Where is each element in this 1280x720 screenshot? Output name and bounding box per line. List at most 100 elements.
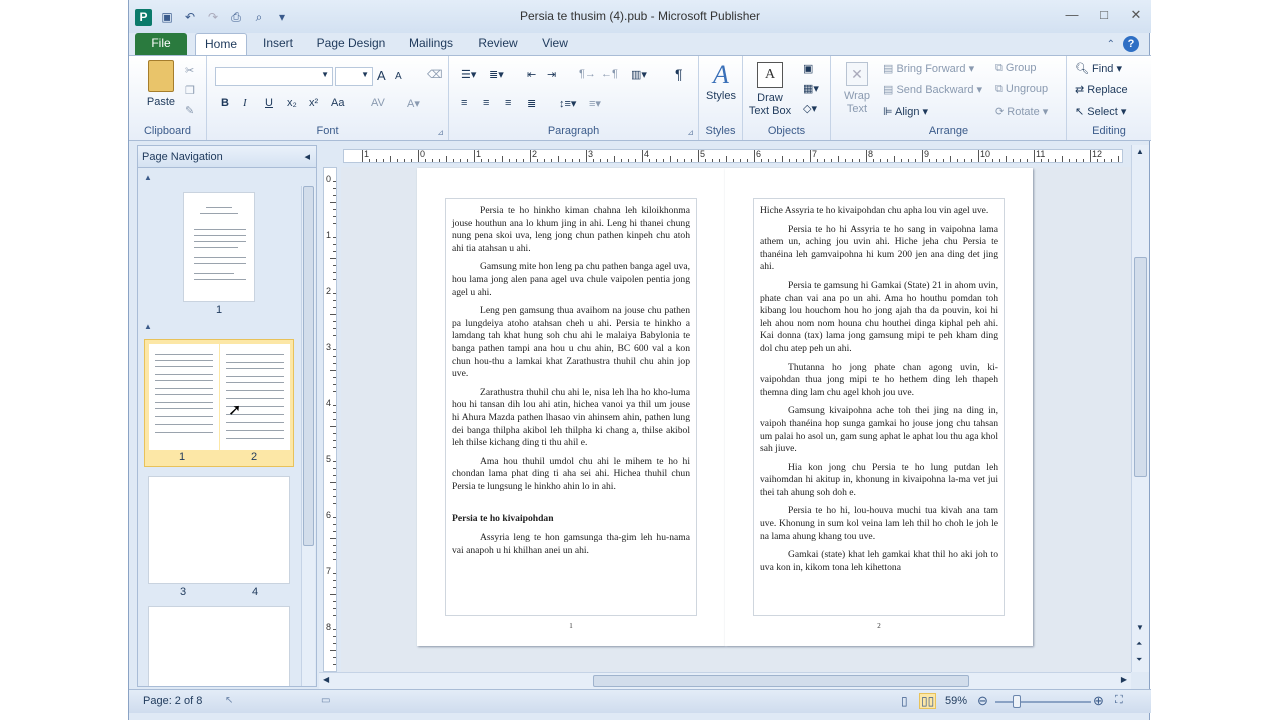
page-thumbnail-2-selected[interactable]: 1 2	[144, 339, 294, 467]
horizontal-ruler[interactable]: 1 0 1 2 3 4 5 6 7 8 9 10 11 12	[319, 145, 1131, 167]
page-indicator[interactable]: Page: 2 of 8	[143, 695, 202, 707]
send-backward-button[interactable]: ▤ Send Backward ▾	[883, 83, 982, 96]
section-collapse-icon[interactable]: ▲	[144, 322, 152, 331]
page-1[interactable]: Persia te ho hinkho kiman chahna leh kil…	[417, 168, 725, 646]
find-button[interactable]: 🔍︎ Find ▾	[1075, 62, 1122, 75]
page-navigation-scroll-thumb[interactable]	[303, 186, 314, 546]
styles-button[interactable]: A Styles	[701, 60, 741, 103]
zoom-slider[interactable]	[995, 701, 1091, 703]
horizontal-scroll-thumb[interactable]	[593, 675, 969, 687]
align-left-icon[interactable]: ≡	[461, 97, 467, 109]
font-color-icon[interactable]: A▾	[407, 97, 420, 110]
picture-icon[interactable]: ▣	[803, 62, 813, 75]
shading-icon[interactable]: ≡▾	[589, 97, 601, 110]
zoom-slider-handle[interactable]	[1013, 695, 1021, 708]
bring-forward-button[interactable]: ▤ Bring Forward ▾	[883, 62, 974, 75]
decrease-indent-icon[interactable]: ⇤	[527, 68, 536, 81]
collapse-pane-icon[interactable]: ◂	[304, 146, 310, 168]
bullets-icon[interactable]: ☰▾	[461, 68, 476, 81]
tab-page-design[interactable]: Page Design	[311, 33, 391, 55]
ltr-icon[interactable]: ¶→	[579, 68, 596, 80]
shrink-font-button[interactable]: A	[395, 71, 402, 82]
tab-file[interactable]: File	[135, 33, 187, 55]
tab-mailings[interactable]: Mailings	[401, 33, 461, 55]
maximize-button[interactable]: □	[1097, 6, 1111, 24]
subscript-button[interactable]: x₂	[287, 97, 297, 109]
italic-button[interactable]: I	[243, 97, 247, 109]
tab-home[interactable]: Home	[195, 33, 247, 55]
page-navigation-header: Page Navigation ◂	[138, 146, 316, 168]
superscript-button[interactable]: x²	[309, 97, 318, 109]
select-button[interactable]: ↖ Select ▾	[1075, 105, 1126, 118]
scroll-down-icon[interactable]: ▼	[1136, 623, 1144, 632]
section-collapse-icon[interactable]: ▲	[144, 173, 152, 182]
page-thumbnail-5-6[interactable]	[148, 606, 290, 686]
vertical-scrollbar[interactable]: ▲ ▼ ⏶ ⏷	[1131, 145, 1149, 672]
document-canvas[interactable]: Persia te ho hinkho kiman chahna leh kil…	[341, 167, 1131, 672]
align-right-icon[interactable]: ≡	[505, 97, 511, 109]
arrange-group: ✕ Wrap Text ▤ Bring Forward ▾ ▤ Send Bac…	[831, 56, 1067, 140]
grow-font-button[interactable]: A	[377, 68, 386, 83]
horizontal-scrollbar[interactable]: ◀ ▶	[319, 672, 1131, 689]
text-box-page-1[interactable]: Persia te ho hinkho kiman chahna leh kil…	[445, 198, 697, 616]
copy-icon[interactable]: ❐	[185, 84, 195, 97]
rotate-button[interactable]: ⟳ Rotate ▾	[995, 105, 1048, 118]
scroll-right-icon[interactable]: ▶	[1121, 675, 1127, 684]
tab-insert[interactable]: Insert	[255, 33, 301, 55]
page-thumbnail-label: 4	[251, 586, 259, 598]
fit-page-icon[interactable]: ⛶	[1115, 694, 1123, 707]
table-icon[interactable]: ▦▾	[803, 82, 819, 95]
next-page-icon[interactable]: ⏷	[1136, 655, 1142, 665]
bold-button[interactable]: B	[221, 97, 229, 109]
single-page-view-icon[interactable]: ▯	[901, 694, 908, 708]
page-2[interactable]: Hiche Assyria te ho kivaipohdan chu apha…	[725, 168, 1033, 646]
zoom-level[interactable]: 59%	[945, 695, 967, 707]
change-case-button[interactable]: Aa	[331, 97, 344, 109]
page-thumbnail-3-4[interactable]	[148, 476, 290, 584]
shapes-icon[interactable]: ◇▾	[803, 102, 817, 115]
ungroup-button[interactable]: ⧉ Ungroup	[995, 83, 1048, 96]
vertical-ruler[interactable]: 0 1 2 3 4 5 6 7 8	[319, 167, 341, 672]
ribbon: Paste ✂ ❐ ✎ Clipboard ▼ ▼ A A ⌫ B I U x₂…	[129, 55, 1151, 141]
minimize-ribbon-icon[interactable]: ⌃	[1107, 39, 1115, 50]
group-button[interactable]: ⧉ Group	[995, 62, 1037, 75]
paste-button[interactable]: Paste	[141, 60, 181, 109]
format-painter-icon[interactable]: ✎	[185, 104, 194, 117]
columns-icon[interactable]: ▥▾	[631, 68, 647, 81]
numbering-icon[interactable]: ≣▾	[489, 68, 504, 81]
vertical-scroll-thumb[interactable]	[1134, 257, 1147, 477]
close-button[interactable]: ✕	[1129, 6, 1143, 24]
rtl-icon[interactable]: ←¶	[601, 68, 618, 80]
window-title: Persia te thusim (4).pub - Microsoft Pub…	[519, 9, 761, 23]
draw-text-box-button[interactable]: A Draw Text Box	[747, 60, 793, 118]
zoom-in-icon[interactable]: ⊕	[1093, 693, 1104, 709]
line-spacing-icon[interactable]: ↕≡▾	[559, 97, 576, 110]
zoom-out-icon[interactable]: ⊖	[977, 693, 988, 709]
previous-page-icon[interactable]: ⏶	[1136, 639, 1142, 649]
wrap-text-button[interactable]: ✕ Wrap Text	[837, 62, 877, 116]
page-thumbnail-1[interactable]	[183, 192, 255, 302]
increase-indent-icon[interactable]: ⇥	[547, 68, 556, 81]
align-button[interactable]: ⊫ Align ▾	[883, 105, 928, 118]
cut-icon[interactable]: ✂	[185, 64, 194, 77]
ruler-tick	[333, 384, 336, 385]
replace-button[interactable]: ⇄ Replace	[1075, 83, 1128, 96]
text-box-page-2[interactable]: Hiche Assyria te ho kivaipohdan chu apha…	[753, 198, 1005, 616]
clear-formatting-icon[interactable]: ⌫	[427, 68, 443, 81]
help-icon[interactable]: ?	[1123, 36, 1139, 52]
minimize-button[interactable]: —	[1065, 6, 1079, 24]
font-family-combo[interactable]: ▼	[215, 67, 333, 86]
character-spacing-icon[interactable]: AV	[371, 97, 385, 109]
page-navigation-scrollbar[interactable]	[301, 186, 315, 686]
scroll-left-icon[interactable]: ◀	[323, 675, 329, 684]
font-size-combo[interactable]: ▼	[335, 67, 373, 86]
ruler-number: 1	[326, 230, 332, 240]
tab-view[interactable]: View	[533, 33, 577, 55]
two-page-spread-icon[interactable]: ▯▯	[919, 693, 937, 709]
justify-icon[interactable]: ≣	[527, 97, 536, 110]
align-center-icon[interactable]: ≡	[483, 97, 489, 109]
scroll-up-icon[interactable]: ▲	[1136, 147, 1144, 156]
tab-review[interactable]: Review	[473, 33, 523, 55]
underline-button[interactable]: U	[265, 97, 273, 109]
show-formatting-button[interactable]: ¶	[675, 66, 683, 82]
